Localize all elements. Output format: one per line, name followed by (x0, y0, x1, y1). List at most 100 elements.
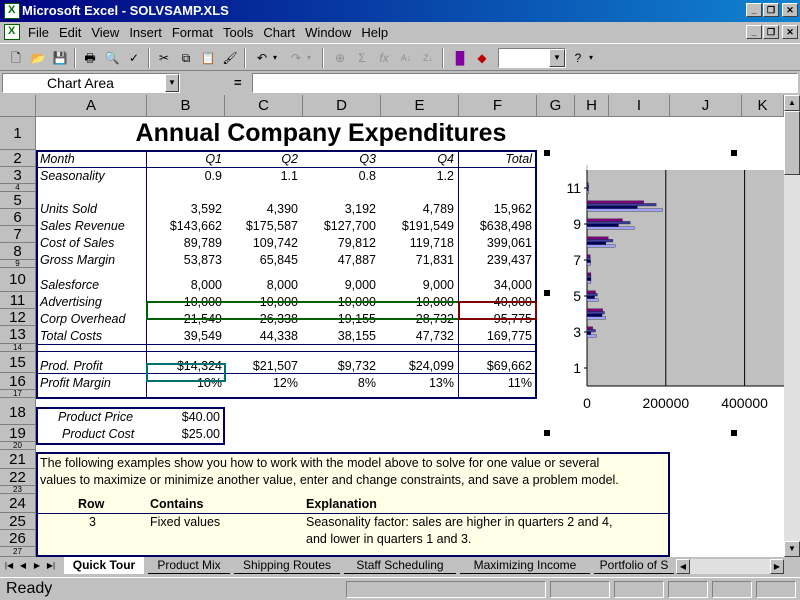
row-header[interactable]: 22 (0, 469, 36, 486)
row-header[interactable]: 18 (0, 398, 36, 425)
row-header[interactable]: 27 (0, 547, 36, 557)
worksheet-grid[interactable]: A B C D E F G H I J K 1 2 3 4 5 6 7 8 9 … (0, 95, 784, 557)
spelling-icon[interactable]: ✓ (124, 48, 144, 68)
row-header[interactable]: 16 (0, 373, 36, 390)
row-header[interactable]: 21 (0, 450, 36, 469)
save-icon[interactable]: 💾 (50, 48, 70, 68)
chart-wizard-icon[interactable]: ▐▌ (450, 48, 470, 68)
minimize-button[interactable]: _ (746, 3, 762, 17)
cell-a16[interactable]: Profit Margin (40, 375, 111, 392)
row-header[interactable]: 14 (0, 344, 36, 352)
tab-shipping-routes[interactable]: Shipping Routes (234, 557, 340, 574)
edit-formula-button[interactable]: = (234, 75, 248, 90)
cell-f6[interactable]: $638,498 (462, 218, 532, 235)
cell-d8[interactable]: 47,887 (306, 252, 376, 269)
cell-e13[interactable]: 47,732 (384, 328, 454, 345)
cell-c8[interactable]: 65,845 (228, 252, 298, 269)
cell-f5[interactable]: 15,962 (462, 201, 532, 218)
help-icon[interactable]: ? (568, 48, 588, 68)
cell-f13[interactable]: 169,775 (462, 328, 532, 345)
excel-app-icon[interactable] (4, 3, 20, 19)
cell-a18[interactable]: Product Price (58, 409, 133, 426)
cell-b19[interactable]: $25.00 (150, 426, 220, 443)
formula-input[interactable] (252, 73, 798, 93)
cell-d5[interactable]: 3,192 (306, 201, 376, 218)
cell-e3[interactable]: 1.2 (384, 168, 454, 185)
menu-tools[interactable]: Tools (223, 25, 253, 40)
cell-e8[interactable]: 71,831 (384, 252, 454, 269)
row-header[interactable]: 26 (0, 530, 36, 547)
notes-textbox[interactable]: The following examples show you how to w… (36, 452, 670, 557)
col-header-e[interactable]: E (381, 95, 459, 117)
col-header-k[interactable]: K (742, 95, 784, 117)
cell-a7[interactable]: Cost of Sales (40, 235, 114, 252)
row-header[interactable]: 13 (0, 326, 36, 344)
cell-a10[interactable]: Salesforce (40, 277, 99, 294)
row-header[interactable]: 23 (0, 486, 36, 494)
chart-area[interactable]: 1 3 5 7 9 11 0 200000 400000 (544, 150, 784, 436)
menu-view[interactable]: View (91, 25, 119, 40)
cell-b10[interactable]: 8,000 (150, 277, 222, 294)
cell-f15[interactable]: $69,662 (462, 358, 532, 375)
undo-dropdown-icon[interactable]: ▾ (270, 48, 280, 68)
cell-b13[interactable]: 39,549 (150, 328, 222, 345)
row-header[interactable]: 6 (0, 209, 36, 226)
cell-b18[interactable]: $40.00 (150, 409, 220, 426)
col-header-b[interactable]: B (147, 95, 225, 117)
cell-f7[interactable]: 399,061 (462, 235, 532, 252)
cell-d13[interactable]: 38,155 (306, 328, 376, 345)
cell-c6[interactable]: $175,587 (228, 218, 298, 235)
cell-d16[interactable]: 8% (306, 375, 376, 392)
tab-staff-scheduling[interactable]: Staff Scheduling (344, 557, 456, 574)
redo-icon[interactable]: ↷ (286, 48, 306, 68)
col-header-g[interactable]: G (537, 95, 575, 117)
cell-e2[interactable]: Q4 (384, 151, 454, 168)
menu-chart[interactable]: Chart (263, 25, 295, 40)
menu-help[interactable]: Help (361, 25, 388, 40)
undo-icon[interactable]: ↶ (252, 48, 272, 68)
cell-b5[interactable]: 3,592 (150, 201, 222, 218)
restore-button[interactable]: ❐ (763, 3, 779, 17)
cell-e15[interactable]: $24,099 (384, 358, 454, 375)
scroll-left-icon[interactable]: ◀ (676, 559, 690, 574)
first-sheet-icon[interactable]: |◀ (2, 559, 16, 573)
paste-icon[interactable]: 📋 (198, 48, 218, 68)
cell-c10[interactable]: 8,000 (228, 277, 298, 294)
cell-d7[interactable]: 79,812 (306, 235, 376, 252)
sort-ascending-icon[interactable]: A↓ (396, 48, 416, 68)
row-header[interactable]: 17 (0, 390, 36, 398)
hyperlink-icon[interactable]: ⊕ (330, 48, 350, 68)
cell-d2[interactable]: Q3 (306, 151, 376, 168)
row-header[interactable]: 7 (0, 226, 36, 243)
cell-e5[interactable]: 4,789 (384, 201, 454, 218)
sheet-title[interactable]: Annual Company Expenditures (36, 119, 606, 148)
cell-c15[interactable]: $21,507 (228, 358, 298, 375)
menu-insert[interactable]: Insert (129, 25, 162, 40)
menu-edit[interactable]: Edit (59, 25, 81, 40)
row-header[interactable]: 11 (0, 292, 36, 309)
doc-close-button[interactable]: ✕ (782, 25, 798, 39)
toolbar-options-icon[interactable]: ▾ (586, 48, 596, 68)
cell-a12[interactable]: Corp Overhead (40, 311, 125, 328)
name-box[interactable]: Chart Area ▼ (2, 73, 180, 93)
row-header[interactable]: 3 (0, 167, 36, 184)
cell-f2[interactable]: Total (462, 151, 532, 168)
row-header[interactable]: 2 (0, 150, 36, 167)
cell-e10[interactable]: 9,000 (384, 277, 454, 294)
cell-a19[interactable]: Product Cost (62, 426, 134, 443)
doc-minimize-button[interactable]: _ (746, 25, 762, 39)
cell-f16[interactable]: 11% (462, 375, 532, 392)
cell-b6[interactable]: $143,662 (150, 218, 222, 235)
row-header[interactable]: 15 (0, 352, 36, 373)
col-header-i[interactable]: I (609, 95, 670, 117)
redo-dropdown-icon[interactable]: ▾ (304, 48, 314, 68)
col-header-a[interactable]: A (36, 95, 147, 117)
row-header[interactable]: 12 (0, 309, 36, 326)
last-sheet-icon[interactable]: ▶| (44, 559, 58, 573)
autosum-icon[interactable]: Σ (352, 48, 372, 68)
print-icon[interactable]: 🖶 (80, 48, 100, 68)
cell-c13[interactable]: 44,338 (228, 328, 298, 345)
function-icon[interactable]: fx (374, 48, 394, 68)
tab-maximizing-income[interactable]: Maximizing Income (460, 557, 590, 574)
col-header-h[interactable]: H (575, 95, 609, 117)
